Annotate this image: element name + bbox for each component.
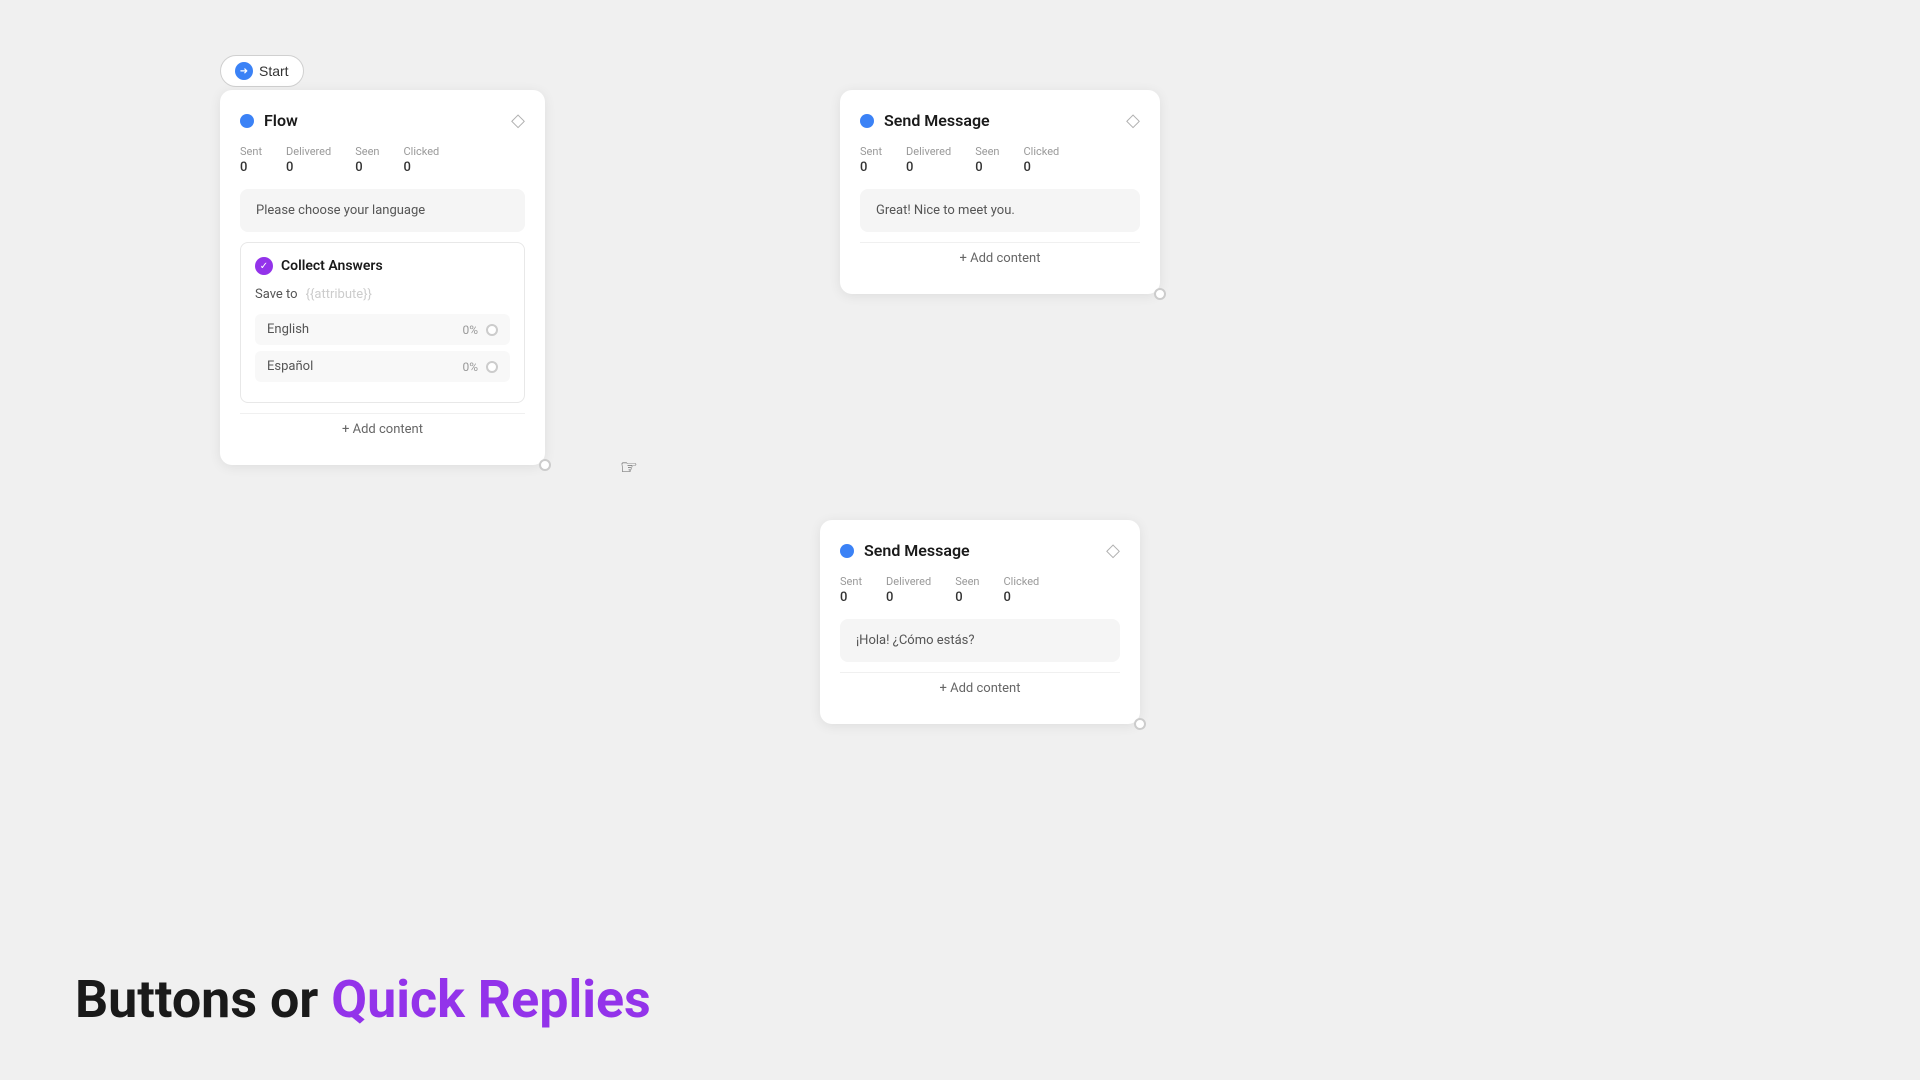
sm1-stat-seen: Seen 0 [975, 145, 999, 175]
flow-seen-value: 0 [355, 160, 379, 175]
sm1-sent-label: Sent [860, 145, 882, 158]
flow-message-text: Please choose your language [256, 203, 425, 218]
attribute-placeholder: {{attribute}} [306, 287, 372, 302]
flow-card-title: Flow [264, 111, 298, 130]
cursor [620, 455, 640, 475]
flow-delivered-label: Delivered [286, 145, 331, 158]
collect-answers-header: ✓ Collect Answers [255, 257, 510, 275]
sm1-seen-value: 0 [975, 160, 999, 175]
sm2-seen-value: 0 [955, 590, 979, 605]
flow-card-title-group: Flow [240, 111, 298, 130]
flow-stat-sent: Sent 0 [240, 145, 262, 175]
sm2-sent-label: Sent [840, 575, 862, 588]
flow-message-bubble: Please choose your language [240, 189, 525, 232]
sm1-stat-delivered: Delivered 0 [906, 145, 951, 175]
flow-stat-seen: Seen 0 [355, 145, 379, 175]
sm1-clicked-label: Clicked [1023, 145, 1059, 158]
sm1-clicked-value: 0 [1023, 160, 1059, 175]
send-message-2-dot [840, 544, 854, 558]
flow-add-content-btn[interactable]: + Add content [240, 413, 525, 445]
sm2-clicked-label: Clicked [1003, 575, 1039, 588]
sm1-stat-sent: Sent 0 [860, 145, 882, 175]
sm2-stat-sent: Sent 0 [840, 575, 862, 605]
sm2-stat-clicked: Clicked 0 [1003, 575, 1039, 605]
save-to-row: Save to {{attribute}} [255, 287, 510, 302]
espanol-percent: 0% [462, 360, 478, 374]
sm2-seen-label: Seen [955, 575, 979, 588]
sm2-clicked-value: 0 [1003, 590, 1039, 605]
flow-stat-clicked: Clicked 0 [403, 145, 439, 175]
send-message-card-1: Send Message ◇ Sent 0 Delivered 0 Seen 0… [840, 90, 1160, 294]
flow-stat-delivered: Delivered 0 [286, 145, 331, 175]
send-message-1-title: Send Message [884, 111, 990, 130]
send-message-1-edit-icon[interactable]: ◇ [1126, 110, 1140, 131]
send-message-2-header: Send Message ◇ [840, 540, 1120, 561]
sm2-sent-value: 0 [840, 590, 862, 605]
save-to-label: Save to [255, 287, 298, 302]
sm1-delivered-label: Delivered [906, 145, 951, 158]
send-message-1-title-group: Send Message [860, 111, 990, 130]
espanol-connector [486, 361, 498, 373]
send-message-2-text: ¡Hola! ¿Cómo estás? [856, 633, 975, 648]
send-message-1-bubble: Great! Nice to meet you. [860, 189, 1140, 232]
send-message-2-bubble: ¡Hola! ¿Cómo estás? [840, 619, 1120, 662]
start-label: Start [259, 63, 289, 79]
collect-answers-section: ✓ Collect Answers Save to {{attribute}} … [240, 242, 525, 403]
start-button[interactable]: ➜ Start [220, 55, 304, 87]
espanol-option-right: 0% [462, 360, 498, 374]
sm1-delivered-value: 0 [906, 160, 951, 175]
answer-option-espanol: Español 0% [255, 351, 510, 382]
flow-card-connector-dot [539, 459, 551, 471]
send-message-2-title-group: Send Message [840, 541, 970, 560]
send-message-2-stats: Sent 0 Delivered 0 Seen 0 Clicked 0 [840, 575, 1120, 605]
english-percent: 0% [462, 323, 478, 337]
sm2-stat-seen: Seen 0 [955, 575, 979, 605]
sm2-delivered-label: Delivered [886, 575, 931, 588]
flow-sent-label: Sent [240, 145, 262, 158]
sm2-stat-delivered: Delivered 0 [886, 575, 931, 605]
flow-card-header: Flow ◇ [240, 110, 525, 131]
flow-card-dot [240, 114, 254, 128]
send-message-1-header: Send Message ◇ [860, 110, 1140, 131]
collect-answers-icon: ✓ [255, 257, 273, 275]
sm1-sent-value: 0 [860, 160, 882, 175]
sm2-add-content-btn[interactable]: + Add content [840, 672, 1120, 704]
flow-card-stats: Sent 0 Delivered 0 Seen 0 Clicked 0 [240, 145, 525, 175]
bottom-text-part2: Quick Replies [331, 969, 651, 1030]
send-message-card-2: Send Message ◇ Sent 0 Delivered 0 Seen 0… [820, 520, 1140, 724]
send-message-2-title: Send Message [864, 541, 970, 560]
send-message-2-edit-icon[interactable]: ◇ [1106, 540, 1120, 561]
english-label: English [267, 322, 309, 337]
answer-option-english: English 0% [255, 314, 510, 345]
english-connector [486, 324, 498, 336]
flow-add-content-label: + Add content [342, 422, 423, 437]
flow-clicked-value: 0 [403, 160, 439, 175]
bottom-text: Buttons or Quick Replies [75, 969, 651, 1030]
collect-answers-title: Collect Answers [281, 258, 383, 274]
send-message-1-text: Great! Nice to meet you. [876, 203, 1015, 218]
flow-sent-value: 0 [240, 160, 262, 175]
flow-card: Flow ◇ Sent 0 Delivered 0 Seen 0 Clicked… [220, 90, 545, 465]
flow-clicked-label: Clicked [403, 145, 439, 158]
sm1-stat-clicked: Clicked 0 [1023, 145, 1059, 175]
send-message-1-stats: Sent 0 Delivered 0 Seen 0 Clicked 0 [860, 145, 1140, 175]
espanol-label: Español [267, 359, 313, 374]
start-arrow-icon: ➜ [235, 62, 253, 80]
sm1-connector-dot [1154, 288, 1166, 300]
sm1-add-content-btn[interactable]: + Add content [860, 242, 1140, 274]
sm2-add-content-label: + Add content [940, 681, 1021, 696]
sm1-seen-label: Seen [975, 145, 999, 158]
english-option-right: 0% [462, 323, 498, 337]
bottom-text-part1: Buttons or [75, 969, 331, 1030]
sm2-connector-dot [1134, 718, 1146, 730]
sm1-add-content-label: + Add content [960, 251, 1041, 266]
flow-delivered-value: 0 [286, 160, 331, 175]
flow-card-edit-icon[interactable]: ◇ [511, 110, 525, 131]
flow-seen-label: Seen [355, 145, 379, 158]
sm2-delivered-value: 0 [886, 590, 931, 605]
send-message-1-dot [860, 114, 874, 128]
